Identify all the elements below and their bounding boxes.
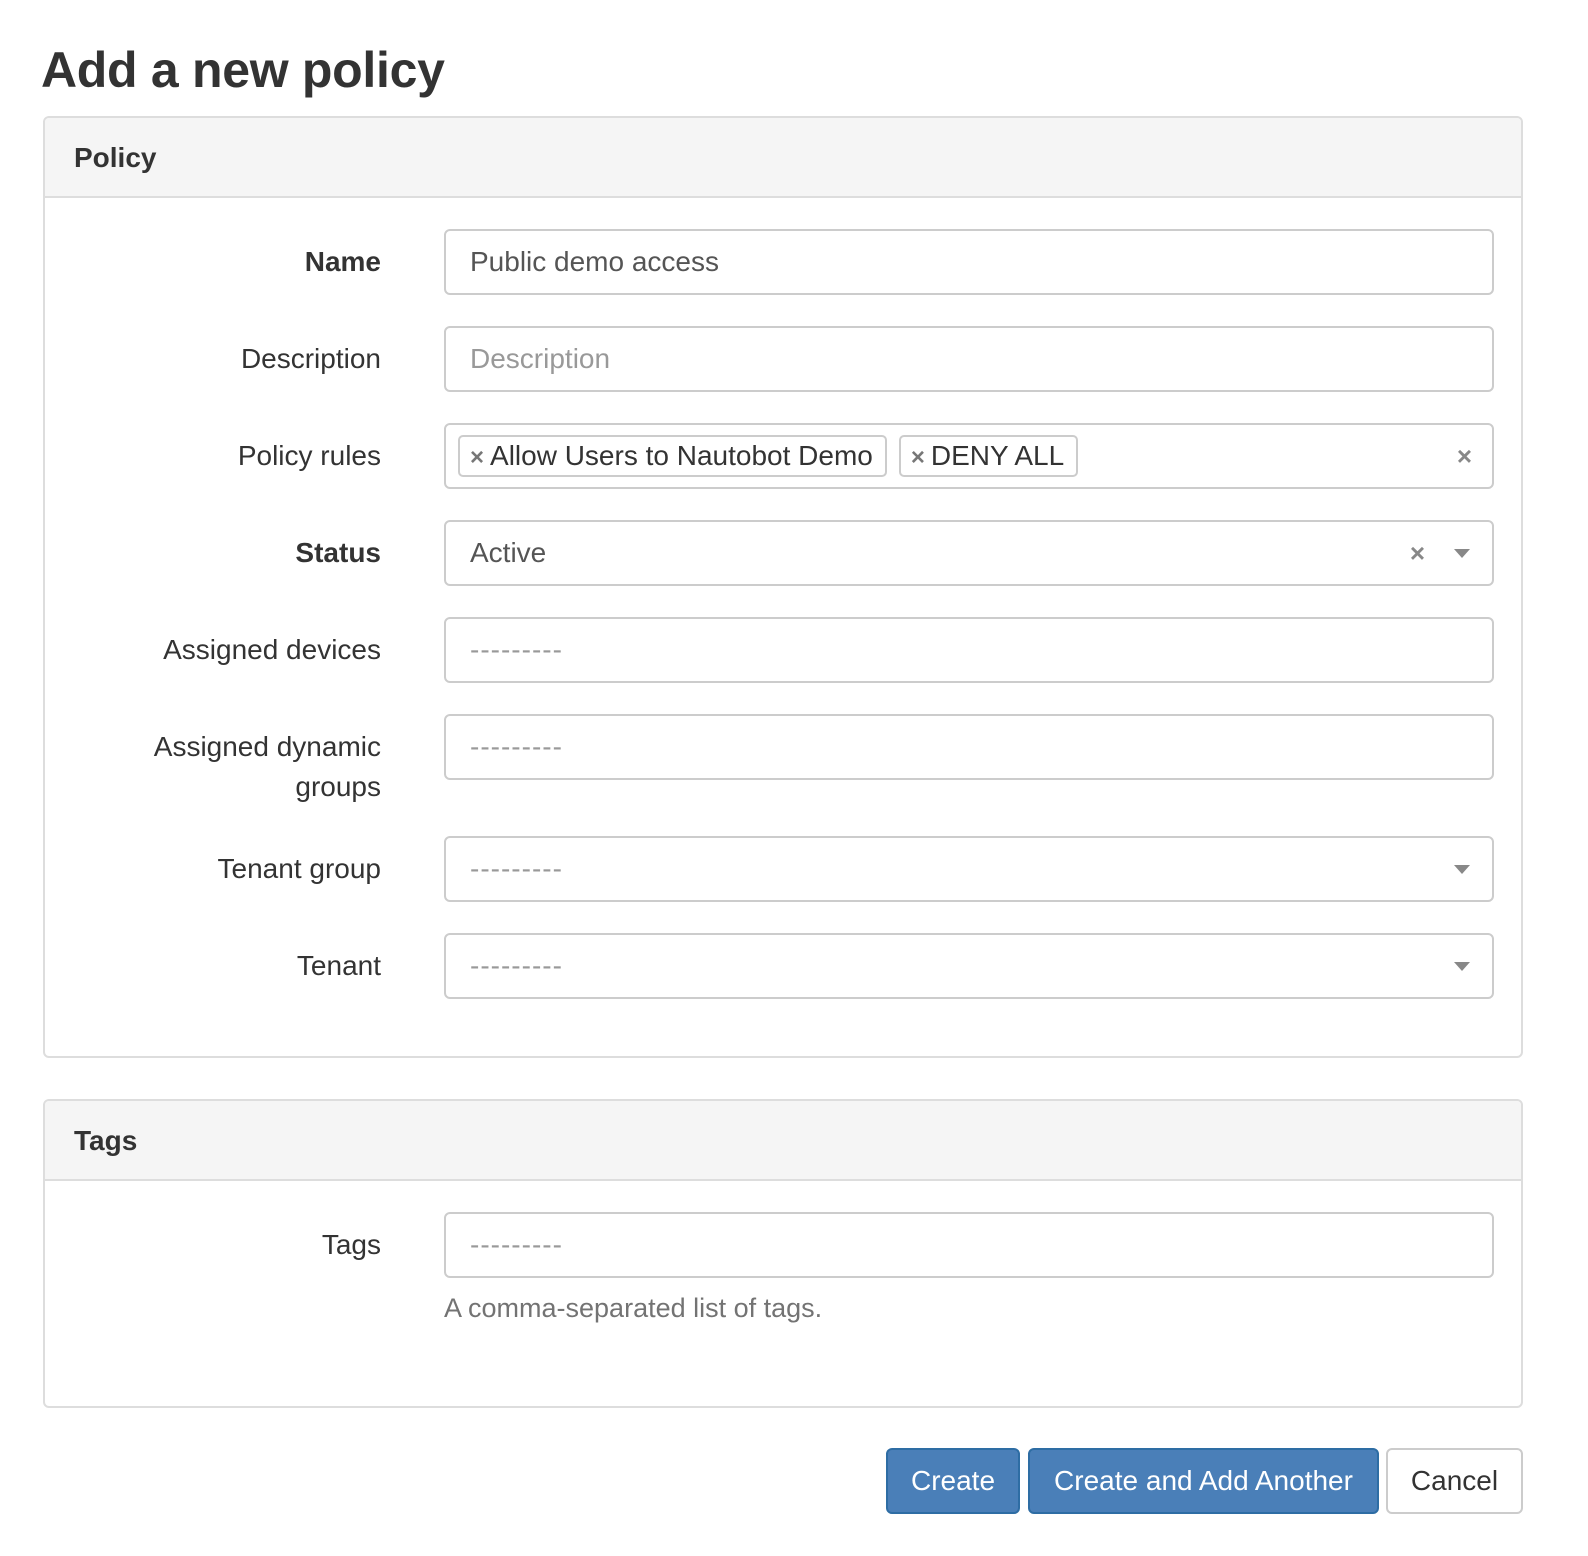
tenant-group-select[interactable]: --------- <box>444 836 1494 902</box>
tags-select[interactable]: --------- <box>444 1212 1494 1278</box>
tags-help-text: A comma-separated list of tags. <box>444 1293 823 1323</box>
assigned-dynamic-groups-placeholder: --------- <box>470 731 563 762</box>
status-label: Status <box>295 537 381 568</box>
name-label: Name <box>304 246 381 277</box>
remove-chip-icon[interactable]: × <box>470 444 484 471</box>
description-placeholder: Description <box>470 343 611 374</box>
cancel-button[interactable]: Cancel <box>1386 1448 1523 1514</box>
status-select[interactable]: Active × <box>444 520 1494 586</box>
description-input[interactable]: Description <box>444 326 1494 392</box>
tenant-placeholder: --------- <box>470 950 563 981</box>
caret-down-icon[interactable] <box>1454 865 1470 874</box>
assigned-dynamic-groups-label: Assigned dynamic groups <box>61 727 381 807</box>
assigned-devices-select[interactable]: --------- <box>444 617 1494 683</box>
tags-panel-heading: Tags <box>45 1101 1521 1181</box>
tenant-label: Tenant <box>296 950 381 981</box>
assigned-dynamic-groups-select[interactable]: --------- <box>444 714 1494 780</box>
clear-selection-icon[interactable]: × <box>1457 425 1472 487</box>
clear-selection-icon[interactable]: × <box>1410 522 1425 584</box>
create-button[interactable]: Create <box>886 1448 1020 1514</box>
policy-panel: Policy Name Public demo access Descripti… <box>43 116 1523 1058</box>
assigned-devices-label: Assigned devices <box>163 634 381 665</box>
assigned-devices-placeholder: --------- <box>470 634 563 665</box>
policy-rules-multiselect[interactable]: × Allow Users to Nautobot Demo × DENY ALL … <box>444 423 1494 489</box>
remove-chip-icon[interactable]: × <box>911 444 925 471</box>
name-input-value: Public demo access <box>470 246 720 277</box>
tags-panel: Tags Tags --------- A comma-separated li… <box>43 1099 1523 1408</box>
name-input[interactable]: Public demo access <box>444 229 1494 295</box>
status-select-value: Active <box>470 537 547 568</box>
policy-rule-chip-label: Allow Users to Nautobot Demo <box>490 440 873 471</box>
caret-down-icon[interactable] <box>1454 549 1470 558</box>
tenant-group-label: Tenant group <box>217 853 381 884</box>
assigned-dynamic-groups-label-line1: Assigned dynamic <box>153 731 381 762</box>
policy-rule-chip: × DENY ALL <box>898 435 1079 477</box>
policy-rules-label: Policy rules <box>237 440 381 471</box>
assigned-dynamic-groups-label-line2: groups <box>295 771 381 802</box>
create-and-add-another-button[interactable]: Create and Add Another <box>1028 1448 1379 1514</box>
caret-down-icon[interactable] <box>1454 962 1470 971</box>
policy-panel-heading: Policy <box>45 118 1521 198</box>
description-label: Description <box>240 343 381 374</box>
tenant-select[interactable]: --------- <box>444 933 1494 999</box>
page-title: Add a new policy <box>41 42 445 98</box>
policy-rule-chip-label: DENY ALL <box>930 440 1065 471</box>
tags-placeholder: --------- <box>470 1229 563 1260</box>
tenant-group-placeholder: --------- <box>470 853 563 884</box>
tags-label: Tags <box>321 1229 381 1260</box>
policy-rule-chip: × Allow Users to Nautobot Demo <box>458 435 887 477</box>
